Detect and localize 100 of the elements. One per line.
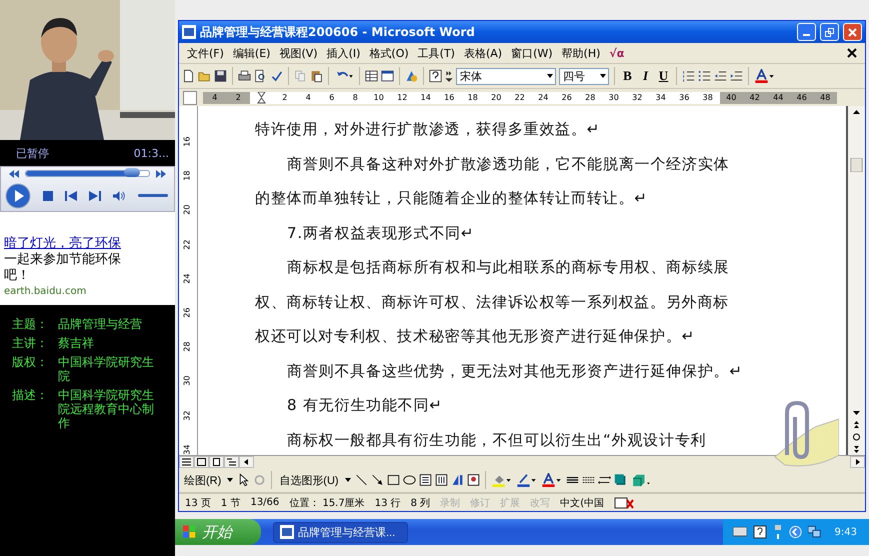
- menu-item[interactable]: 格式(O): [369, 46, 409, 60]
- web-view-button[interactable]: [194, 456, 209, 468]
- vertical-scrollbar[interactable]: [848, 106, 865, 455]
- print-preview-icon[interactable]: [254, 69, 267, 83]
- oval-icon[interactable]: [402, 473, 416, 487]
- status-text: 录制: [440, 496, 460, 510]
- rewind-icon[interactable]: [9, 170, 19, 178]
- menu-item[interactable]: 文件(F): [187, 46, 224, 60]
- format-button[interactable]: U: [656, 67, 671, 85]
- expand-tray-icon[interactable]: [788, 525, 802, 539]
- normal-view-button[interactable]: [179, 456, 194, 468]
- document-icon: [182, 25, 196, 39]
- format-button[interactable]: I: [638, 67, 653, 85]
- info-value: 中国科学院研究生院: [58, 355, 155, 383]
- status-text: 8 列: [410, 496, 430, 510]
- window-title: 品牌管理与经营课程200606 - Microsoft Word: [200, 24, 476, 40]
- paste-icon[interactable]: [310, 69, 323, 83]
- scroll-right-icon: [853, 458, 862, 466]
- format-button[interactable]: B: [620, 67, 635, 85]
- restore-button[interactable]: [820, 23, 839, 41]
- close-icon[interactable]: [847, 48, 857, 58]
- size-select[interactable]: 四号: [559, 68, 609, 84]
- paragraph-line: 特许使用，对外进行扩散渗透，获得多重效益。↵: [255, 119, 602, 140]
- paragraph-line: 商誉则不具备这些优势，更无法对其他无形资产进行延伸保护。↵: [286, 360, 744, 382]
- decrease-indent-icon[interactable]: [714, 69, 727, 83]
- rectangle-icon[interactable]: [386, 473, 400, 487]
- menu-item[interactable]: 编辑(E): [232, 46, 270, 60]
- info-label: 描述：: [12, 388, 49, 404]
- page-icon: [212, 458, 221, 466]
- line-icon[interactable]: [354, 473, 368, 487]
- menu-item[interactable]: 插入(I): [326, 46, 360, 60]
- spreadsheet-icon[interactable]: [381, 69, 394, 83]
- drawing-icon[interactable]: [405, 69, 418, 83]
- flag-icon: [183, 525, 196, 539]
- scroll-right-button[interactable]: [850, 456, 865, 468]
- arrow-icon[interactable]: [370, 473, 384, 487]
- draw-menu-button[interactable]: 绘图(R): [182, 472, 224, 488]
- close-button[interactable]: [843, 23, 862, 41]
- keyboard-icon[interactable]: [732, 527, 747, 537]
- font-color-icon[interactable]: [540, 473, 563, 487]
- status-text: 13/66: [250, 497, 280, 508]
- help-icon[interactable]: [752, 525, 767, 539]
- dropdown-icon[interactable]: [226, 476, 234, 484]
- numbered-list-icon[interactable]: [682, 69, 695, 83]
- text-box-icon[interactable]: [418, 473, 432, 487]
- increase-indent-icon[interactable]: [730, 69, 743, 83]
- previous-button[interactable]: [65, 190, 77, 200]
- fill-color-icon[interactable]: [490, 473, 513, 487]
- paragraph-line: 商誉则不具备这种对外扩散渗透功能，它不能脱离一个经济实体: [286, 154, 730, 174]
- ruler: 4 2 2 4 6 8 10 12 14 16 18 20 22 24 26 28 30 32 34 36 38 40 42 44 46 48: [203, 92, 837, 104]
- scroll-left-button[interactable]: [239, 456, 254, 468]
- clip-art-icon[interactable]: [466, 473, 480, 487]
- menu-item[interactable]: 工具(T): [418, 46, 455, 60]
- volume-icon[interactable]: [113, 190, 126, 202]
- pointer-icon[interactable]: [237, 473, 250, 487]
- table-icon[interactable]: [365, 69, 378, 83]
- fast-forward-icon[interactable]: [156, 170, 166, 178]
- bullet-list-icon[interactable]: [698, 69, 711, 83]
- computers-icon[interactable]: [808, 525, 821, 539]
- paragraph-line: 7.两者权益表现形式不同↵: [286, 222, 476, 244]
- status-text: 13 行: [374, 496, 401, 510]
- autoshapes-button[interactable]: 自选图形(U): [277, 472, 341, 488]
- status-text: 位置： 15.7厘米: [289, 496, 365, 510]
- menu-item[interactable]: 视图(V): [279, 46, 318, 60]
- outline-view-button[interactable]: [224, 456, 239, 468]
- volume-slider[interactable]: [138, 194, 168, 197]
- play-button[interactable]: [5, 182, 31, 208]
- ad-link[interactable]: 暗了灯光，亮了环保: [4, 234, 175, 252]
- playback-time: 01:3...: [134, 146, 169, 160]
- paragraph-line: 的整体而单独转让，只能随着企业的整体转让而转让。↵: [255, 188, 649, 209]
- menu-item[interactable]: 表格(A): [464, 46, 502, 60]
- seek-slider[interactable]: [25, 170, 150, 177]
- font-color-icon[interactable]: [754, 69, 776, 83]
- paragraph-line: 商标权是包括商标所有权和与此相联系的商标专用权、商标续展: [286, 257, 730, 278]
- help-icon[interactable]: [429, 69, 442, 83]
- taskbar-item[interactable]: 品牌管理与经营课...: [273, 522, 408, 542]
- printer-icon[interactable]: [238, 69, 251, 83]
- more-icon[interactable]: [445, 69, 453, 83]
- line-color-icon[interactable]: [516, 473, 538, 487]
- font-select[interactable]: 宋体: [456, 68, 556, 84]
- menu-item[interactable]: 窗口(W): [511, 46, 553, 60]
- minimize-button[interactable]: [797, 23, 816, 41]
- save-icon[interactable]: [214, 69, 227, 83]
- next-button[interactable]: [89, 190, 101, 200]
- dropdown-icon[interactable]: [344, 476, 352, 484]
- info-value: 品牌管理与经营: [58, 317, 143, 331]
- scroll-thumb[interactable]: [849, 158, 864, 172]
- spelling-icon[interactable]: [270, 69, 283, 83]
- outline-icon: [227, 458, 236, 466]
- equation-button[interactable]: √α: [609, 46, 624, 60]
- vertical-text-box-icon[interactable]: [434, 473, 448, 487]
- tab-stop-icon[interactable]: [183, 90, 197, 104]
- new-document-icon[interactable]: [182, 69, 195, 83]
- page-view-button[interactable]: [209, 456, 224, 468]
- stop-button[interactable]: [43, 190, 53, 200]
- ad-url: earth.baidu.com: [4, 286, 88, 297]
- menu-item[interactable]: 帮助(H): [562, 46, 600, 60]
- status-text: 扩展: [500, 496, 520, 510]
- wordart-icon[interactable]: [450, 473, 464, 487]
- shadow-icon[interactable]: [614, 473, 627, 487]
